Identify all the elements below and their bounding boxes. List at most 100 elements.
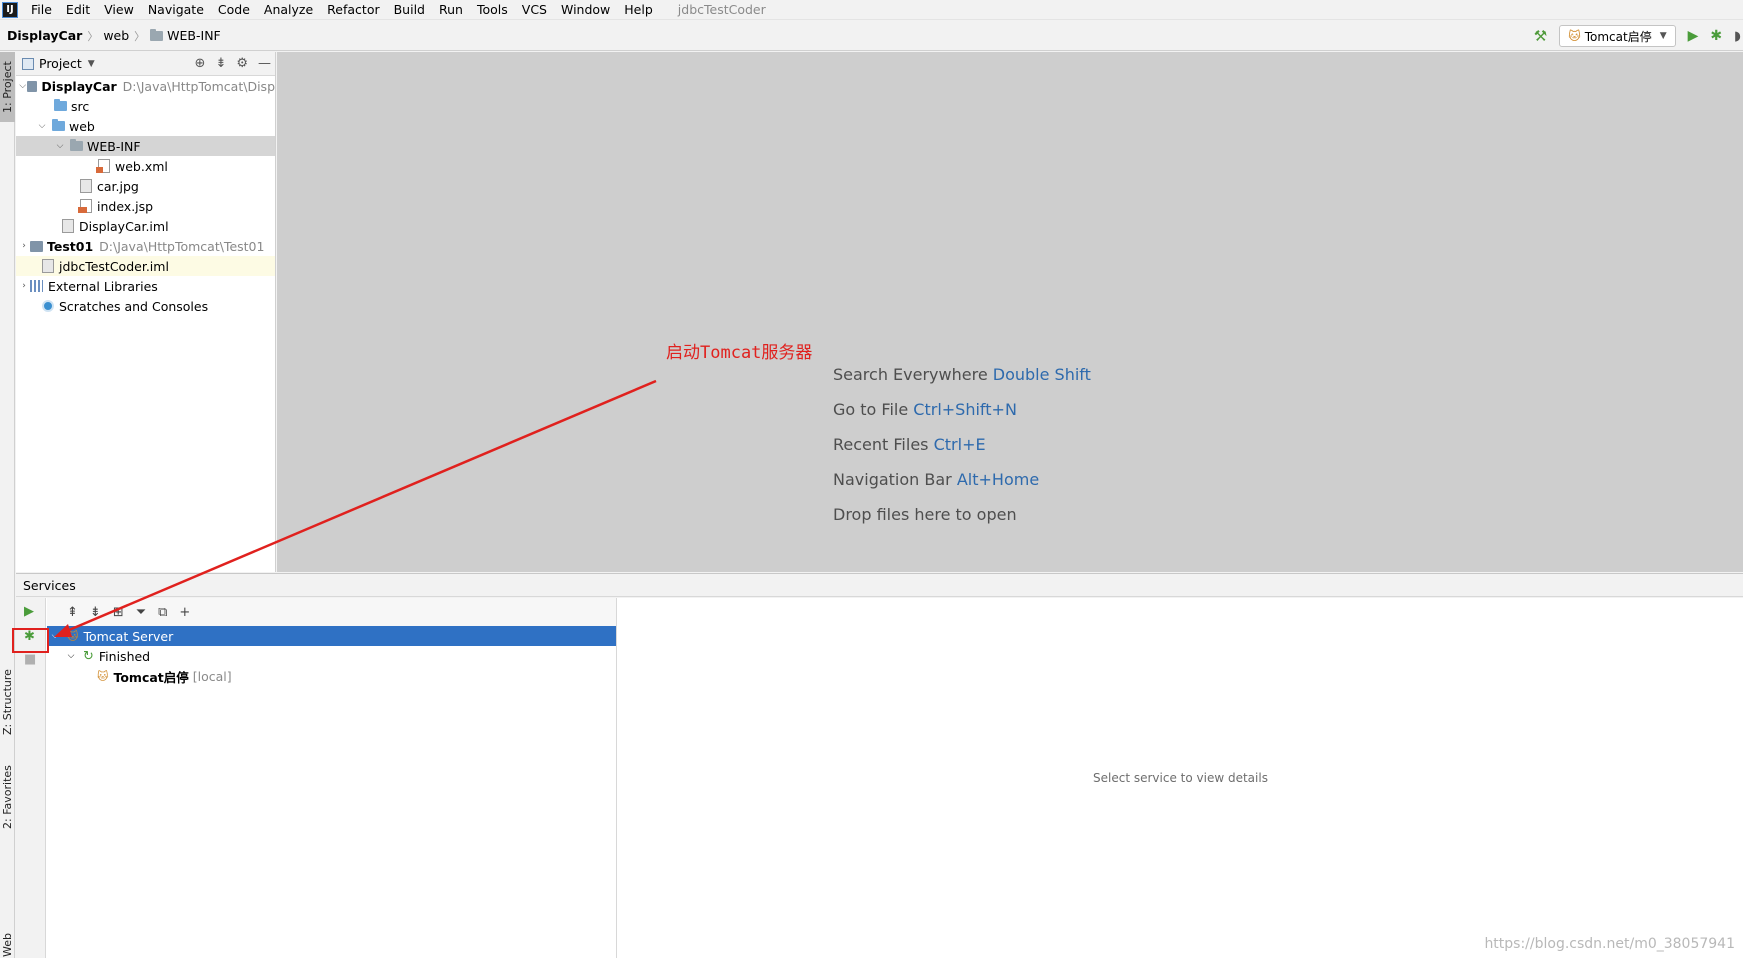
tree-item-car-jpg[interactable]: car.jpg [16, 176, 275, 196]
chevron-down-icon[interactable]: ⌵ [18, 81, 27, 91]
tomcat-icon: 🐱 [67, 629, 79, 643]
play-icon[interactable]: ▶ [1688, 28, 1699, 44]
group-by-icon[interactable]: ⊞ [113, 605, 124, 620]
service-suffix: [local] [192, 668, 232, 684]
menu-run[interactable]: Run [432, 0, 470, 20]
run-configuration-label: Tomcat启停 [1584, 29, 1652, 44]
chevron-down-icon[interactable]: ⌵ [36, 121, 48, 131]
shield-icon[interactable]: ◗ [1734, 29, 1741, 44]
project-view-selector[interactable]: Project [39, 56, 82, 71]
tree-item-index-jsp[interactable]: index.jsp [16, 196, 275, 216]
menu-help[interactable]: Help [617, 0, 660, 20]
tree-item-test01[interactable]: › Test01 D:\Java\HttpTomcat\Test01 [16, 236, 275, 256]
expand-all-icon[interactable]: ⇞ [67, 605, 78, 620]
chevron-down-icon[interactable]: ⌵ [65, 651, 77, 661]
tree-item-scratches[interactable]: Scratches and Consoles [16, 296, 275, 316]
bug-icon[interactable]: ✱ [1710, 28, 1722, 44]
tree-item-web[interactable]: ⌵ web [16, 116, 275, 136]
service-finished-group[interactable]: ⌵ ↻ Finished [47, 646, 616, 666]
tree-item-path: D:\Java\HttpTomcat\Disp [122, 78, 275, 94]
filter-icon[interactable]: ⏷ [136, 605, 146, 620]
image-file-icon [80, 179, 92, 193]
service-details-panel: Select service to view details [618, 598, 1743, 958]
annotation-highlight-box [12, 628, 49, 653]
tree-item-label: web.xml [115, 158, 168, 174]
menu-refactor[interactable]: Refactor [320, 0, 386, 20]
tree-item-web-xml[interactable]: web.xml [16, 156, 275, 176]
chevron-right-icon[interactable]: › [18, 281, 30, 291]
locate-icon[interactable]: ⊕ [195, 56, 206, 71]
annotation-label: 启动Tomcat服务器 [666, 343, 813, 363]
menu-analyze[interactable]: Analyze [257, 0, 320, 20]
chevron-down-icon: ▼ [1659, 31, 1667, 41]
tab-structure[interactable]: Z: Structure [0, 662, 15, 742]
hint-shortcut: Ctrl+Shift+N [913, 400, 1017, 419]
iml-file-icon [62, 219, 74, 233]
service-label: Finished [98, 648, 151, 664]
tree-item-web-inf[interactable]: ⌵ WEB-INF [16, 136, 275, 156]
breadcrumb-separator: 〉 [134, 29, 146, 43]
tree-item-src[interactable]: src [16, 96, 275, 116]
tree-item-displaycar-iml[interactable]: DisplayCar.iml [16, 216, 275, 236]
breadcrumb-web-inf[interactable]: WEB-INF [150, 28, 221, 43]
folder-icon [70, 139, 83, 151]
minimize-icon[interactable]: — [258, 56, 271, 71]
menu-build[interactable]: Build [387, 0, 432, 20]
run-configuration-selector[interactable]: 🐱 Tomcat启停 ▼ [1559, 25, 1676, 47]
menu-edit[interactable]: Edit [59, 0, 97, 20]
chevron-down-icon[interactable]: ⌵ [54, 141, 66, 151]
tree-item-jdbctestcoder-iml[interactable]: jdbcTestCoder.iml [16, 256, 275, 276]
folder-icon [150, 28, 164, 41]
xml-file-icon [96, 159, 110, 173]
breadcrumb-project[interactable]: DisplayCar [0, 28, 82, 43]
run-icon[interactable]: ▶ [24, 604, 34, 619]
service-tomcat-config[interactable]: 🐱 Tomcat启停 [local] [47, 666, 616, 686]
services-tree-panel: ⇞ ⇟ ⊞ ⏷ ⧉ + ⌵ 🐱 Tomcat Server ⌵ ↻ Finish… [47, 598, 617, 958]
hint-label: Navigation Bar [833, 470, 952, 489]
collapse-all-icon[interactable]: ⇟ [215, 56, 226, 71]
details-placeholder: Select service to view details [1093, 771, 1268, 785]
add-service-icon[interactable]: + [179, 605, 190, 620]
chevron-down-icon[interactable]: ▼ [88, 59, 95, 69]
breadcrumb-separator: 〉 [87, 29, 99, 43]
tree-item-external-libraries[interactable]: › External Libraries [16, 276, 275, 296]
service-label: Tomcat启停 [113, 669, 189, 685]
hammer-icon[interactable]: ⚒ [1534, 27, 1547, 45]
menu-vcs[interactable]: VCS [515, 0, 554, 20]
breadcrumb-web-inf-label: WEB-INF [167, 28, 221, 43]
tab-favorites[interactable]: 2: Favorites [0, 752, 15, 842]
menu-file[interactable]: File [24, 0, 59, 20]
project-tree: ⌵ DisplayCar D:\Java\HttpTomcat\Disp src… [16, 76, 275, 316]
collapse-all-icon[interactable]: ⇟ [90, 605, 101, 620]
library-icon [30, 280, 43, 292]
tree-item-label: DisplayCar [41, 78, 117, 94]
chevron-right-icon[interactable]: › [18, 241, 30, 251]
tree-item-displaycar[interactable]: ⌵ DisplayCar D:\Java\HttpTomcat\Disp [16, 76, 275, 96]
stop-icon[interactable]: ■ [24, 652, 36, 667]
tree-item-label: WEB-INF [87, 138, 141, 154]
gear-icon[interactable]: ⚙ [236, 56, 248, 71]
web-folder-icon [52, 119, 65, 131]
tree-item-label: Test01 [47, 238, 94, 254]
hint-go-to-file: Go to File Ctrl+Shift+N [833, 400, 1017, 419]
iml-file-icon [42, 259, 54, 273]
service-tomcat-server[interactable]: ⌵ 🐱 Tomcat Server [47, 626, 616, 646]
menu-navigate[interactable]: Navigate [141, 0, 211, 20]
tab-web[interactable]: Web [0, 932, 15, 958]
menu-window[interactable]: Window [554, 0, 617, 20]
breadcrumb-web[interactable]: web [103, 28, 129, 43]
project-panel: Project ▼ ⊕ ⇟ ⚙ — ⌵ DisplayCar D:\Java\H… [16, 52, 276, 572]
navigation-bar: DisplayCar 〉 web 〉 WEB-INF ⚒ 🐱 Tomcat启停 … [0, 21, 1743, 51]
tree-item-label: src [71, 98, 90, 114]
tomcat-icon: 🐱 [1568, 29, 1581, 43]
menu-tools[interactable]: Tools [470, 0, 515, 20]
hint-label: Drop files here to open [833, 505, 1017, 524]
chevron-down-icon[interactable]: ⌵ [49, 631, 61, 641]
tab-project[interactable]: 1: Project [0, 52, 15, 122]
hint-recent-files: Recent Files Ctrl+E [833, 435, 986, 454]
services-toolbar: ⇞ ⇟ ⊞ ⏷ ⧉ + [47, 598, 616, 626]
menu-code[interactable]: Code [211, 0, 257, 20]
menu-view[interactable]: View [97, 0, 141, 20]
new-tab-icon[interactable]: ⧉ [158, 605, 167, 620]
watermark: https://blog.csdn.net/m0_38057941 [1484, 936, 1735, 952]
